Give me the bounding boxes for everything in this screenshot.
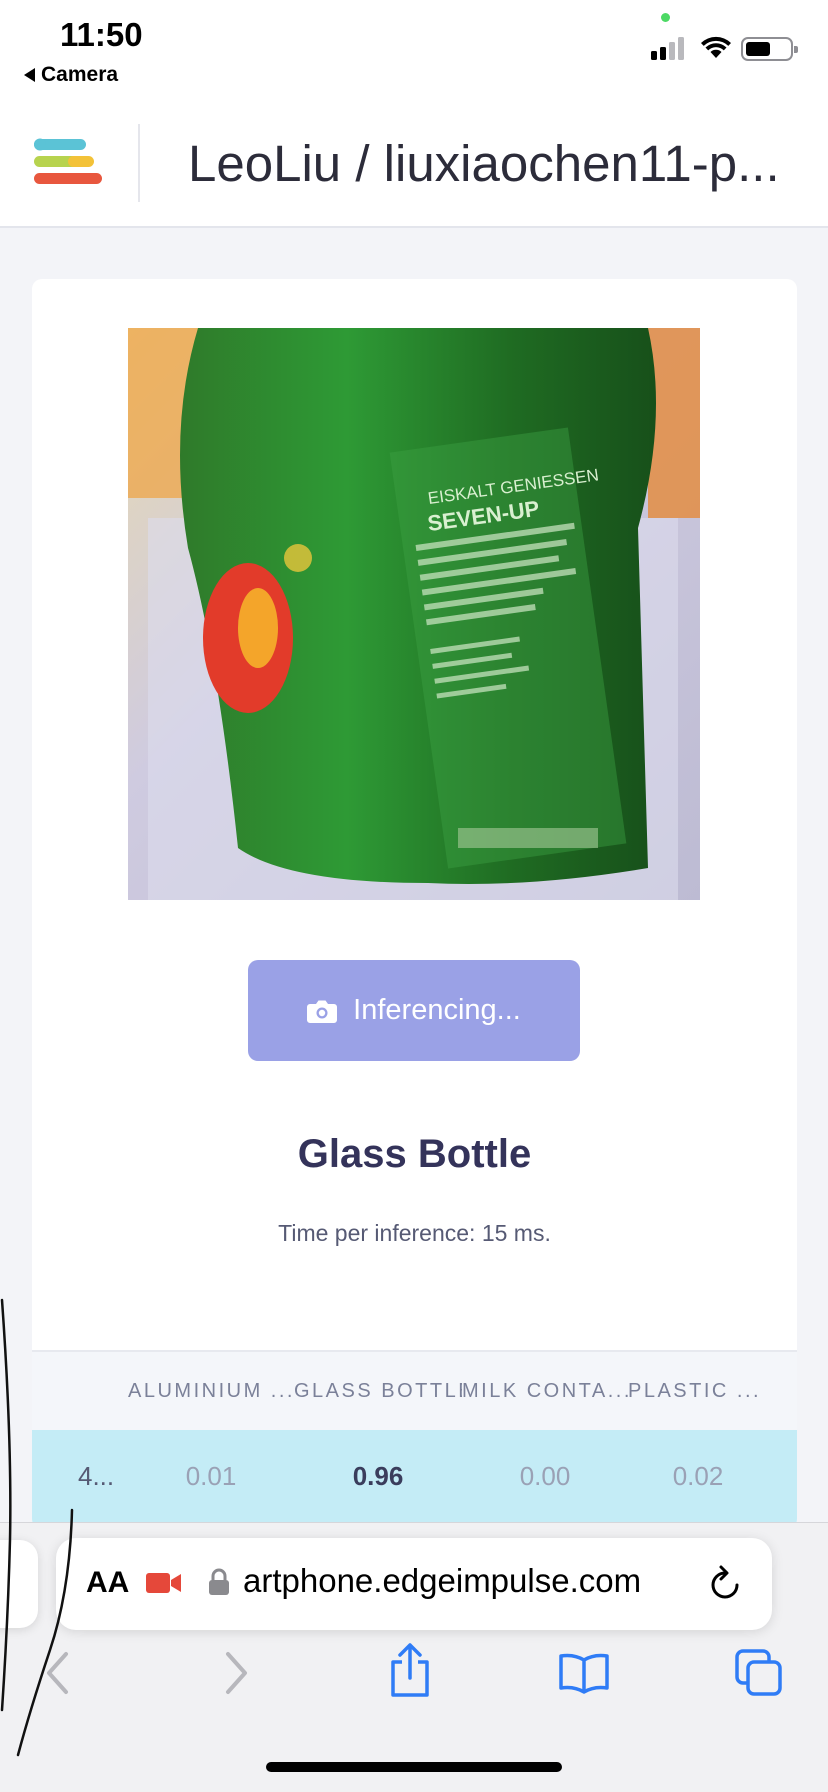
camera-icon bbox=[307, 1000, 338, 1023]
column-header: GLASS BOTTLE bbox=[294, 1379, 462, 1402]
column-header: ALUMINIUM ... bbox=[128, 1379, 294, 1402]
tabs-icon[interactable] bbox=[734, 1648, 784, 1698]
url-text[interactable]: artphone.edgeimpulse.com bbox=[243, 1562, 713, 1600]
project-title: LeoLiu / liuxiaochen11-p... bbox=[188, 135, 780, 192]
pen-annotation-strokes bbox=[0, 1298, 74, 1757]
classification-result: Glass Bottle bbox=[297, 1132, 532, 1176]
inference-card: EISKALT GENIESSEN SEVEN-UP Inferencing..… bbox=[32, 279, 797, 1529]
back-to-camera-link[interactable]: Camera bbox=[24, 63, 118, 87]
video-icon[interactable] bbox=[146, 1572, 182, 1594]
header-divider bbox=[138, 124, 140, 202]
results-table: ALUMINIUM ... GLASS BOTTLE MILK CONTA...… bbox=[32, 1350, 797, 1522]
address-bar[interactable]: AA artphone.edgeimpulse.com bbox=[56, 1538, 772, 1630]
table-header: ALUMINIUM ... GLASS BOTTLE MILK CONTA...… bbox=[32, 1350, 797, 1430]
battery-icon bbox=[741, 37, 798, 61]
cellular-signal-icon bbox=[651, 36, 684, 60]
logo-icon[interactable] bbox=[34, 137, 104, 187]
column-header: PLASTIC ... bbox=[628, 1379, 762, 1402]
camera-in-use-indicator bbox=[661, 13, 670, 22]
camera-frame-image: EISKALT GENIESSEN SEVEN-UP bbox=[128, 328, 700, 900]
share-icon[interactable] bbox=[388, 1642, 432, 1698]
page-settings-button[interactable]: AA bbox=[86, 1566, 129, 1600]
table-row: 4... 0.01 0.96 0.00 0.02 bbox=[32, 1430, 797, 1522]
camera-preview: EISKALT GENIESSEN SEVEN-UP bbox=[128, 328, 700, 900]
table-cell: 0.01 bbox=[185, 1460, 237, 1491]
inferencing-button-label: Inferencing... bbox=[353, 994, 521, 1026]
table-cell: 0.00 bbox=[519, 1460, 571, 1491]
inferencing-button[interactable]: Inferencing... bbox=[248, 960, 580, 1061]
book-icon[interactable] bbox=[558, 1652, 610, 1694]
browser-toolbar bbox=[0, 1643, 828, 1712]
app-header: LeoLiu / liuxiaochen11-p... bbox=[0, 100, 828, 228]
table-cell: 0.02 bbox=[672, 1460, 724, 1491]
chevron-right-icon[interactable] bbox=[222, 1650, 250, 1696]
status-bar: 11:50 Camera bbox=[0, 0, 828, 100]
lock-icon bbox=[209, 1568, 229, 1595]
home-indicator[interactable] bbox=[266, 1762, 562, 1772]
back-app-label: Camera bbox=[41, 63, 119, 86]
table-cell: 0.96 bbox=[352, 1460, 404, 1491]
reload-icon[interactable] bbox=[708, 1564, 742, 1602]
status-time: 11:50 bbox=[60, 16, 143, 53]
column-header: MILK CONTA... bbox=[462, 1379, 628, 1402]
wifi-icon bbox=[701, 36, 731, 58]
back-triangle-icon bbox=[24, 68, 35, 82]
inference-timing: Time per inference: 15 ms. bbox=[278, 1220, 551, 1246]
